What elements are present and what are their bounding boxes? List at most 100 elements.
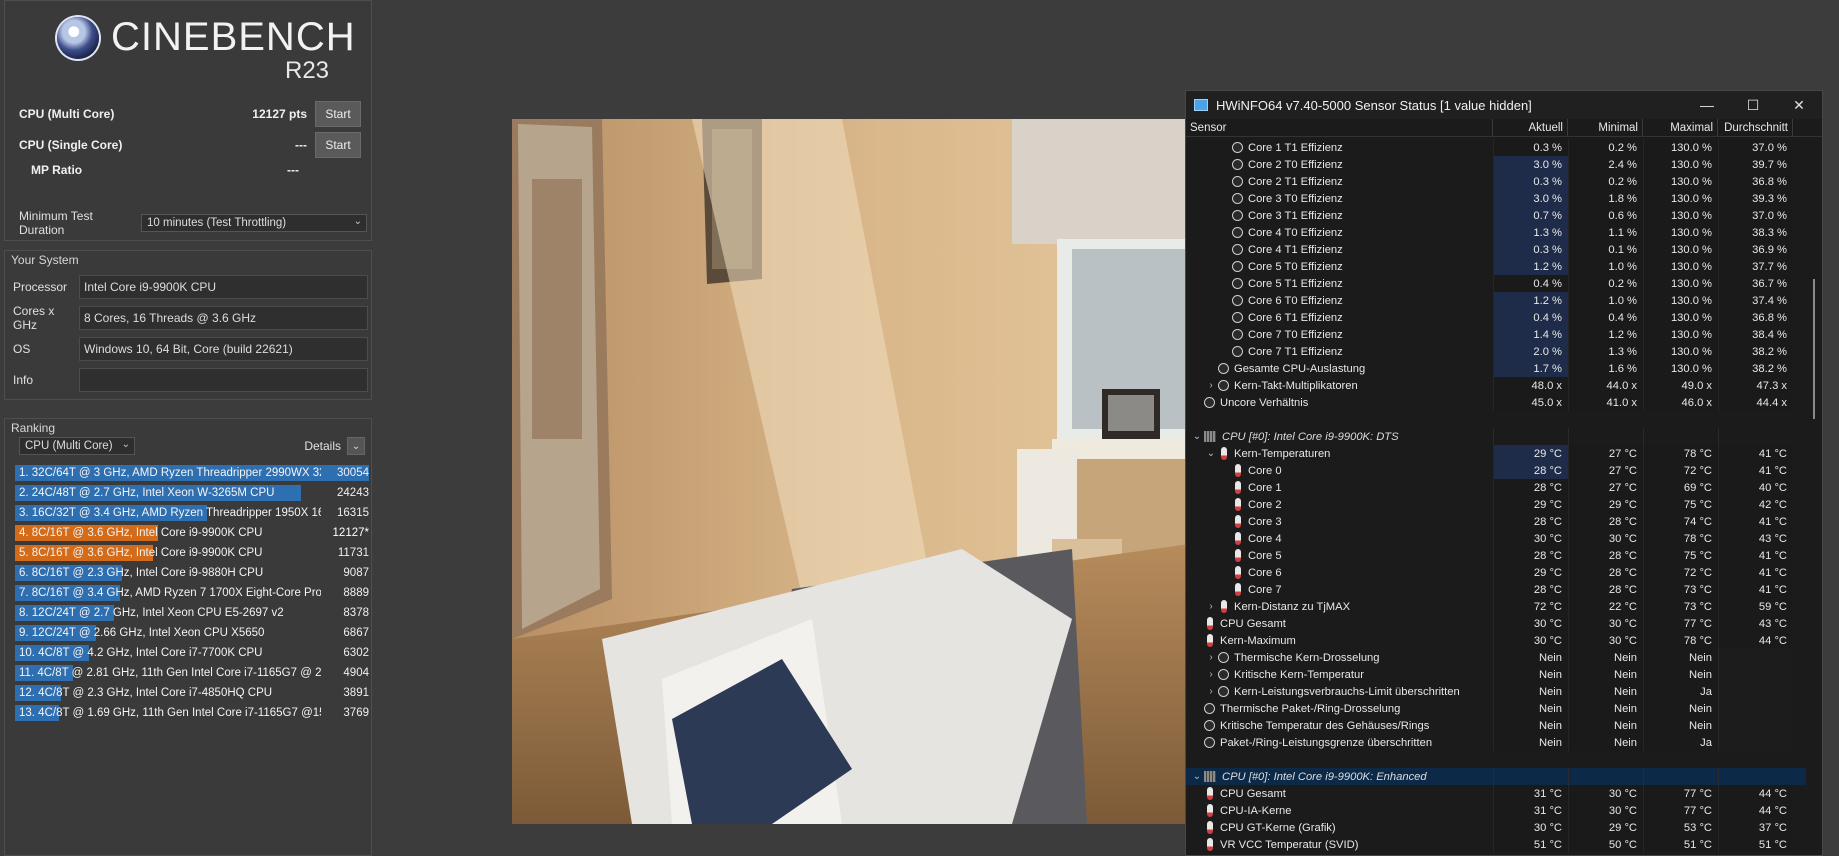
chevron-right-icon[interactable]: › bbox=[1204, 601, 1218, 612]
value-maximal: 73 °C bbox=[1643, 581, 1718, 598]
gauge-circle-icon bbox=[1232, 295, 1243, 306]
value-durchschnitt: 38.4 % bbox=[1718, 326, 1793, 343]
sensor-label: CPU-IA-Kerne bbox=[1220, 804, 1292, 817]
chevron-right-icon[interactable]: › bbox=[1204, 686, 1218, 697]
sensor-row[interactable]: Core 2 T0 Effizienz 3.0 % 2.4 % 130.0 % 39.7… bbox=[1186, 156, 1806, 173]
details-dropdown-button[interactable]: ⌄ bbox=[347, 437, 365, 455]
col-sensor[interactable]: Sensor bbox=[1186, 119, 1493, 136]
sensor-row[interactable]: Core 2 29 °C 29 °C 75 °C 42 °C bbox=[1186, 496, 1806, 513]
ranking-item[interactable]: 8. 12C/24T @ 2.7 GHz, Intel Xeon CPU E5-… bbox=[15, 603, 369, 623]
sensor-row[interactable]: Core 7 28 °C 28 °C 73 °C 41 °C bbox=[1186, 581, 1806, 598]
test-duration-select[interactable]: 10 minutes (Test Throttling) ⌄ bbox=[141, 214, 367, 232]
multi-core-label: CPU (Multi Core) bbox=[19, 107, 115, 121]
sensor-row[interactable]: CPU GT-Kerne (Grafik) 30 °C 29 °C 53 °C 37 °… bbox=[1186, 819, 1806, 836]
value-durchschnitt: 36.7 % bbox=[1718, 275, 1793, 292]
ranking-item[interactable]: 4. 8C/16T @ 3.6 GHz, Intel Core i9-9900K… bbox=[15, 523, 369, 543]
ranking-item-label: 7. 8C/16T @ 3.4 GHz, AMD Ryzen 7 1700X E… bbox=[19, 587, 321, 599]
mp-ratio-label: MP Ratio bbox=[31, 163, 83, 177]
sensor-row[interactable]: Kern-Maximum 30 °C 30 °C 78 °C 44 °C bbox=[1186, 632, 1806, 649]
ranking-item[interactable]: 6. 8C/16T @ 2.3 GHz, Intel Core i9-9880H… bbox=[15, 563, 369, 583]
sensor-row[interactable]: Core 4 T1 Effizienz 0.3 % 0.1 % 130.0 % 36.9… bbox=[1186, 241, 1806, 258]
value-minimal: 0.6 % bbox=[1568, 207, 1643, 224]
sensor-row[interactable]: Kritische Temperatur des Gehäuses/Rings N… bbox=[1186, 717, 1806, 734]
minimize-icon[interactable]: — bbox=[1684, 97, 1730, 113]
ranking-item[interactable]: 10. 4C/8T @ 4.2 GHz, Intel Core i7-7700K… bbox=[15, 643, 369, 663]
chevron-right-icon[interactable]: › bbox=[1204, 380, 1218, 391]
col-aktuell[interactable]: Aktuell bbox=[1493, 119, 1568, 136]
sensor-row[interactable]: Core 4 30 °C 30 °C 78 °C 43 °C bbox=[1186, 530, 1806, 547]
chevron-right-icon[interactable]: › bbox=[1204, 652, 1218, 663]
rendered-room-scene bbox=[512, 119, 1225, 824]
chevron-right-icon[interactable]: › bbox=[1204, 669, 1218, 680]
ranking-item[interactable]: 7. 8C/16T @ 3.4 GHz, AMD Ryzen 7 1700X E… bbox=[15, 583, 369, 603]
ranking-item[interactable]: 9. 12C/24T @ 2.66 GHz, Intel Xeon CPU X5… bbox=[15, 623, 369, 643]
multi-core-start-button[interactable]: Start bbox=[315, 101, 361, 127]
sensor-label: Thermische Paket-/Ring-Drosselung bbox=[1220, 702, 1401, 715]
sensor-scrollbar[interactable] bbox=[1806, 139, 1822, 855]
ranking-item[interactable]: 12. 4C/8T @ 2.3 GHz, Intel Core i7-4850H… bbox=[15, 683, 369, 703]
value-aktuell: 72 °C bbox=[1493, 598, 1568, 615]
ranking-item-score: 3891 bbox=[343, 687, 369, 699]
value-aktuell: 30 °C bbox=[1493, 530, 1568, 547]
sensor-table-body: Core 1 T1 Effizienz 0.3 % 0.2 % 130.0 % 37.0… bbox=[1186, 139, 1806, 855]
expand-caret-icon[interactable]: ⌄ bbox=[1190, 771, 1204, 782]
sensor-row[interactable]: Core 7 T1 Effizienz 2.0 % 1.3 % 130.0 % 38.2… bbox=[1186, 343, 1806, 360]
sensor-row[interactable]: Core 1 T1 Effizienz 0.3 % 0.2 % 130.0 % 37.0… bbox=[1186, 139, 1806, 156]
value-durchschnitt: 41 °C bbox=[1718, 564, 1793, 581]
sensor-row[interactable]: › Kern-Leistungsverbrauchs-Limit überschr… bbox=[1186, 683, 1806, 700]
hwinfo-titlebar[interactable]: HWiNFO64 v7.40-5000 Sensor Status [1 val… bbox=[1186, 91, 1822, 119]
value-aktuell: 28 °C bbox=[1493, 513, 1568, 530]
sensor-row[interactable]: Core 5 T1 Effizienz 0.4 % 0.2 % 130.0 % 36.7… bbox=[1186, 275, 1806, 292]
sensor-row[interactable]: Core 2 T1 Effizienz 0.3 % 0.2 % 130.0 % 36.8… bbox=[1186, 173, 1806, 190]
sensor-row[interactable]: › Kritische Kern-Temperatur Nein Nein Nein bbox=[1186, 666, 1806, 683]
sensor-row[interactable]: Core 6 T1 Effizienz 0.4 % 0.4 % 130.0 % 36.8… bbox=[1186, 309, 1806, 326]
sensor-row[interactable]: Core 1 28 °C 27 °C 69 °C 40 °C bbox=[1186, 479, 1806, 496]
sensor-row[interactable]: › Kern-Distanz zu TjMAX 72 °C 22 °C 73 °C 59 … bbox=[1186, 598, 1806, 615]
ranking-item[interactable]: 11. 4C/8T @ 2.81 GHz, 11th Gen Intel Cor… bbox=[15, 663, 369, 683]
col-minimal[interactable]: Minimal bbox=[1568, 119, 1643, 136]
col-maximal[interactable]: Maximal bbox=[1643, 119, 1718, 136]
chevron-down-icon[interactable]: ⌄ bbox=[1204, 448, 1218, 459]
sensor-row[interactable]: Gesamte CPU-Auslastung 1.7 % 1.6 % 130.0 % 3… bbox=[1186, 360, 1806, 377]
sensor-row[interactable]: Core 3 T1 Effizienz 0.7 % 0.6 % 130.0 % 37.0… bbox=[1186, 207, 1806, 224]
ranking-item[interactable]: 5. 8C/16T @ 3.6 GHz, Intel Core i9-9900K… bbox=[15, 543, 369, 563]
sensor-row[interactable]: CPU Gesamt 30 °C 30 °C 77 °C 43 °C bbox=[1186, 615, 1806, 632]
ranking-item[interactable]: 3. 16C/32T @ 3.4 GHz, AMD Ryzen Threadri… bbox=[15, 503, 369, 523]
scrollbar-thumb[interactable] bbox=[1813, 279, 1815, 419]
sensor-row[interactable]: Core 7 T0 Effizienz 1.4 % 1.2 % 130.0 % 38.4… bbox=[1186, 326, 1806, 343]
single-core-start-button[interactable]: Start bbox=[315, 132, 361, 158]
ranking-item[interactable]: 1. 32C/64T @ 3 GHz, AMD Ryzen Threadripp… bbox=[15, 463, 369, 483]
sensor-name-cell: CPU GT-Kerne (Grafik) bbox=[1186, 821, 1493, 834]
sensor-group-row[interactable]: ⌄ CPU [#0]: Intel Core i9-9900K: DTS bbox=[1186, 428, 1806, 445]
info-field[interactable] bbox=[79, 368, 368, 392]
value-minimal: 30 °C bbox=[1568, 530, 1643, 547]
col-durchschnitt[interactable]: Durchschnitt bbox=[1718, 119, 1793, 136]
sensor-row[interactable]: › Kern-Takt-Multiplikatoren 48.0 x 44.0 x 49… bbox=[1186, 377, 1806, 394]
sensor-row[interactable]: Core 6 T0 Effizienz 1.2 % 1.0 % 130.0 % 37.4… bbox=[1186, 292, 1806, 309]
sensor-row[interactable]: Core 3 28 °C 28 °C 74 °C 41 °C bbox=[1186, 513, 1806, 530]
ranking-item[interactable]: 13. 4C/8T @ 1.69 GHz, 11th Gen Intel Cor… bbox=[15, 703, 369, 723]
close-icon[interactable]: ✕ bbox=[1776, 97, 1822, 114]
sensor-row[interactable]: CPU Gesamt 31 °C 30 °C 77 °C 44 °C bbox=[1186, 785, 1806, 802]
sensor-row[interactable]: ⌄ Kern-Temperaturen 29 °C 27 °C 78 °C 41 °C bbox=[1186, 445, 1806, 462]
sensor-row[interactable]: Core 3 T0 Effizienz 3.0 % 1.8 % 130.0 % 39.3… bbox=[1186, 190, 1806, 207]
sensor-group-row[interactable]: ⌄ CPU [#0]: Intel Core i9-9900K: Enhanced bbox=[1186, 768, 1806, 785]
sensor-row[interactable]: Core 0 28 °C 27 °C 72 °C 41 °C bbox=[1186, 462, 1806, 479]
sensor-row[interactable]: Core 6 29 °C 28 °C 72 °C 41 °C bbox=[1186, 564, 1806, 581]
maximize-icon[interactable]: ☐ bbox=[1730, 97, 1776, 114]
sensor-row[interactable]: Uncore Verhältnis 45.0 x 41.0 x 46.0 x 44.4 … bbox=[1186, 394, 1806, 411]
sensor-row[interactable]: Core 5 28 °C 28 °C 75 °C 41 °C bbox=[1186, 547, 1806, 564]
sensor-row[interactable]: Core 5 T0 Effizienz 1.2 % 1.0 % 130.0 % 37.7… bbox=[1186, 258, 1806, 275]
sensor-row[interactable]: Thermische Paket-/Ring-Drosselung Nein Nei… bbox=[1186, 700, 1806, 717]
sensor-row[interactable]: VR VCC Temperatur (SVID) 51 °C 50 °C 51 °C 5… bbox=[1186, 836, 1806, 853]
value-maximal: 130.0 % bbox=[1643, 360, 1718, 377]
ranking-item-label: 10. 4C/8T @ 4.2 GHz, Intel Core i7-7700K… bbox=[19, 647, 263, 659]
expand-caret-icon[interactable]: ⌄ bbox=[1190, 431, 1204, 442]
sensor-row[interactable]: Core 4 T0 Effizienz 1.3 % 1.1 % 130.0 % 38.3… bbox=[1186, 224, 1806, 241]
ranking-item-score: 9087 bbox=[343, 567, 369, 579]
sensor-row[interactable]: › Thermische Kern-Drosselung Nein Nein Nein bbox=[1186, 649, 1806, 666]
ranking-item[interactable]: 2. 24C/48T @ 2.7 GHz, Intel Xeon W-3265M… bbox=[15, 483, 369, 503]
sensor-row[interactable]: Paket-/Ring-Leistungsgrenze überschritte… bbox=[1186, 734, 1806, 751]
ranking-select[interactable]: CPU (Multi Core) ⌄ bbox=[19, 437, 135, 455]
sensor-row[interactable]: CPU-IA-Kerne 31 °C 30 °C 77 °C 44 °C bbox=[1186, 802, 1806, 819]
